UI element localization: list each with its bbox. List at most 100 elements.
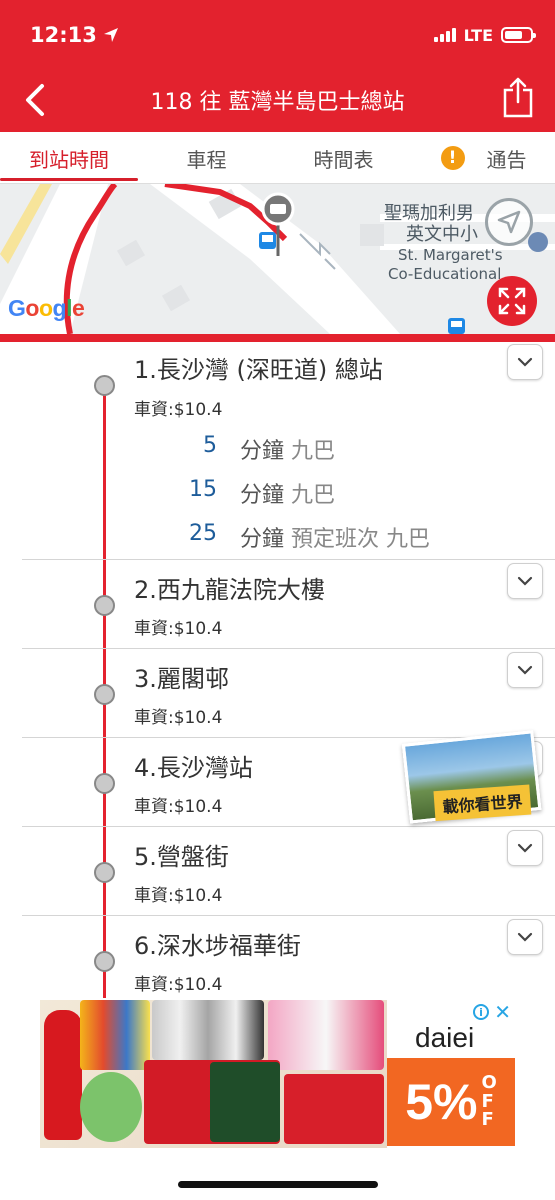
ad-boxes: [268, 1000, 384, 1070]
alert-icon: !: [440, 146, 465, 170]
back-chevron-icon: [26, 84, 44, 116]
chevron-down-icon: [517, 665, 533, 675]
ad-discount-value: 5%: [405, 1074, 478, 1130]
map-poi-label-3: St. Margaret's: [398, 246, 503, 264]
ad-banner[interactable]: i ✕ daiei 5% O F F: [40, 1000, 515, 1148]
eta-unit: 分鐘: [240, 527, 285, 552]
eta-minutes: 5: [203, 433, 217, 458]
stop-fare: 車資:$10.4: [134, 797, 223, 817]
stop-list: 1.長沙灣 (深旺道) 總站 車資:$10.4 5 分鐘 九巴 15 分鐘 九巴…: [0, 342, 555, 998]
tab-label: 通告: [486, 147, 527, 172]
eta-minutes: 15: [189, 477, 217, 502]
tab-label: 時間表: [313, 147, 374, 172]
map-poi-label-1: 聖瑪加利男: [384, 203, 474, 224]
stop-dot: [94, 375, 115, 396]
chevron-down-icon: [517, 843, 533, 853]
route-map[interactable]: 聖瑪加利男 英文中小 St. Margaret's Co-Educational…: [0, 184, 555, 334]
promo-banner[interactable]: 載你看世界: [401, 729, 555, 832]
ad-brand: daiei: [415, 1022, 475, 1053]
tab-notice[interactable]: ! 通告: [412, 132, 555, 184]
status-time-group: 12:13: [30, 23, 119, 47]
stop-item[interactable]: 2.西九龍法院大樓 車資:$10.4: [0, 559, 555, 648]
eta-row: 5 分鐘 九巴: [0, 433, 555, 465]
stop-dot: [94, 862, 115, 883]
top-bar: 12:13 LTE 118 往 藍灣半島巴士總站: [0, 0, 555, 132]
expand-button[interactable]: [507, 563, 543, 599]
ad-discount: 5% O F F: [387, 1058, 515, 1146]
map-bottom-strip: [0, 334, 555, 342]
eta-detail: 分鐘 預定班次 九巴: [240, 521, 430, 553]
map-poi-label-2: 英文中小: [406, 224, 478, 245]
status-bar: 12:13 LTE: [30, 18, 536, 52]
chevron-down-icon: [517, 932, 533, 942]
navigation-arrow-icon: [497, 210, 521, 234]
stop-name: 1.長沙灣 (深旺道) 總站: [134, 356, 383, 384]
ad-promo: i ✕ daiei 5% O F F: [387, 1000, 515, 1148]
stop-name: 6.深水埗福華街: [134, 932, 301, 960]
battery-icon: [501, 27, 536, 43]
stop-name: 2.西九龍法院大樓: [134, 576, 325, 604]
ad-off-label: O F F: [481, 1071, 497, 1131]
ad-snacks: [80, 1000, 150, 1070]
stop-dot: [94, 951, 115, 972]
tab-bar: 到站時間 車程 時間表 ! 通告: [0, 132, 555, 184]
eta-row: 25 分鐘 預定班次 九巴: [0, 521, 555, 553]
status-right: LTE: [433, 25, 536, 45]
stop-item[interactable]: 6.深水埗福華街 車資:$10.4: [0, 915, 555, 998]
expand-map-button[interactable]: [487, 276, 537, 326]
nav-bar: 118 往 藍灣半島巴士總站: [0, 72, 555, 128]
home-indicator[interactable]: [178, 1181, 378, 1188]
page-title: 118 往 藍灣半島巴士總站: [150, 90, 405, 115]
share-button[interactable]: [501, 76, 535, 120]
ad-off-letter: F: [481, 1109, 494, 1131]
ad-info-icon[interactable]: i: [473, 1004, 489, 1020]
divider: [22, 826, 555, 827]
ad-off-letter: O: [481, 1071, 497, 1093]
ad-cans: [152, 1000, 264, 1060]
stop-fare: 車資:$10.4: [134, 619, 223, 639]
ad-close-icon[interactable]: ✕: [494, 1000, 511, 1024]
ad-cups: [80, 1072, 142, 1142]
map-poi-label-4: Co-Educational: [388, 265, 502, 283]
expand-button[interactable]: [507, 652, 543, 688]
tab-arrival-times[interactable]: 到站時間: [0, 132, 138, 184]
chevron-down-icon: [517, 576, 533, 586]
stop-fare: 車資:$10.4: [134, 708, 223, 728]
share-icon: [503, 77, 533, 118]
eta-unit: 分鐘: [240, 483, 285, 508]
eta-row: 15 分鐘 九巴: [0, 477, 555, 508]
eta-detail: 分鐘 九巴: [240, 433, 335, 465]
network-label: LTE: [463, 25, 493, 45]
promo-label: 載你看世界: [433, 784, 532, 822]
eta-operator: 預定班次 九巴: [291, 527, 431, 552]
location-arrow-icon: [103, 28, 118, 42]
tab-timetable[interactable]: 時間表: [275, 132, 412, 184]
stop-fare: 車資:$10.4: [134, 886, 223, 906]
expand-button[interactable]: [507, 919, 543, 955]
tab-label: 到站時間: [29, 147, 109, 172]
ad-pino: [284, 1074, 384, 1144]
divider: [22, 559, 555, 560]
collapse-button[interactable]: [507, 344, 543, 380]
eta-minutes: 25: [189, 521, 217, 546]
google-logo: Google: [8, 295, 85, 321]
tab-journey[interactable]: 車程: [138, 132, 275, 184]
eta-unit: 分鐘: [240, 439, 285, 464]
eta-operator: 九巴: [291, 483, 336, 508]
expand-button[interactable]: [507, 830, 543, 866]
locate-button[interactable]: [485, 198, 533, 246]
expand-icon: [498, 287, 526, 315]
ad-product-image: [40, 1000, 387, 1148]
stop-item[interactable]: 5.營盤街 車資:$10.4: [0, 826, 555, 915]
stop-item[interactable]: 1.長沙灣 (深旺道) 總站 車資:$10.4 5 分鐘 九巴 15 分鐘 九巴…: [0, 342, 555, 559]
stop-fare: 車資:$10.4: [134, 400, 223, 420]
stop-item[interactable]: 3.麗閣邨 車資:$10.4: [0, 648, 555, 737]
tab-label: 車程: [186, 147, 227, 172]
divider: [22, 915, 555, 916]
stop-name: 5.營盤街: [134, 843, 229, 871]
back-button[interactable]: [18, 80, 54, 120]
eta-operator: 九巴: [291, 439, 336, 464]
status-time: 12:13: [30, 23, 97, 47]
ad-matcha: [210, 1062, 280, 1142]
ad-bottle: [44, 1010, 82, 1140]
